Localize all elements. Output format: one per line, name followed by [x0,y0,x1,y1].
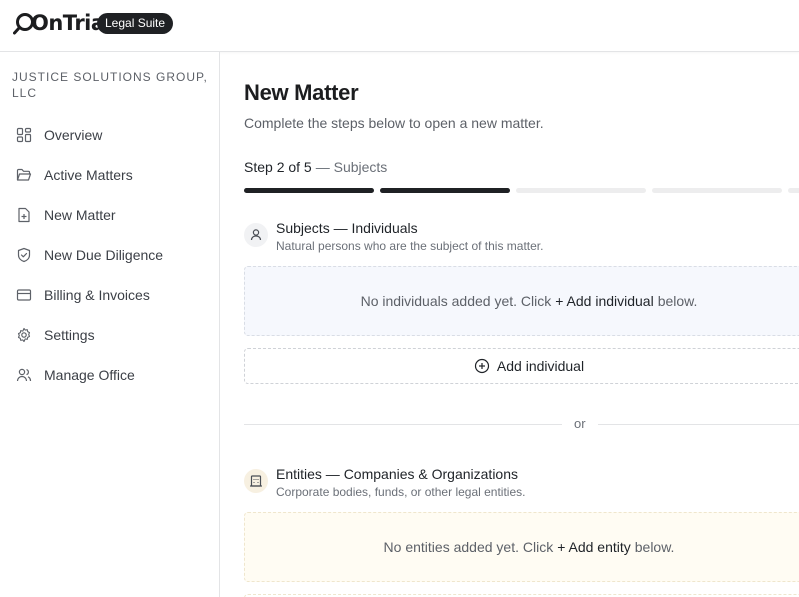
step-count: Step 2 of 5 [244,159,312,175]
individuals-empty-state: No individuals added yet. Click + Add in… [244,266,799,336]
main-content: New Matter Complete the steps below to o… [220,52,799,597]
individuals-description: Natural persons who are the subject of t… [276,239,544,253]
sidebar-item-new-due-diligence[interactable]: New Due Diligence [0,235,219,275]
empty-text-prefix: No individuals added yet. Click [360,293,552,309]
progress-segment [788,188,799,193]
step-name: — Subjects [315,159,388,175]
folder-open-icon [16,168,32,181]
entities-section-header: Entities — Companies & Organizations Cor… [244,466,799,506]
page-subtitle: Complete the steps below to open a new m… [244,115,544,131]
add-entity-inline-link[interactable]: + Add entity [557,539,631,555]
progress-segment [244,188,374,193]
sidebar-item-active-matters[interactable]: Active Matters [0,155,219,195]
credit-card-icon [16,289,32,301]
sidebar-item-label: Manage Office [44,367,135,383]
page-title: New Matter [244,80,359,105]
file-plus-icon [18,207,30,223]
grid-icon [16,127,32,143]
step-progress-bar [244,188,799,194]
step-indicator: Step 2 of 5— Subjects [244,159,387,175]
sidebar-item-label: New Due Diligence [44,247,164,263]
sidebar: JUSTICE SOLUTIONS GROUP, LLC Overview Ac… [0,52,220,597]
building-icon [244,469,268,493]
divider-line [598,424,799,425]
gear-icon [17,327,31,343]
entities-title: Entities — Companies & Organizations [276,466,518,482]
sidebar-item-settings[interactable]: Settings [0,315,219,355]
sidebar-item-manage-office[interactable]: Manage Office [0,355,219,395]
individuals-section-header: Subjects — Individuals Natural persons w… [244,220,799,260]
progress-segment [516,188,646,193]
progress-segment [380,188,510,193]
sidebar-item-overview[interactable]: Overview [0,115,219,155]
person-icon [244,223,268,247]
add-individual-label: Add individual [496,358,585,374]
sidebar-item-label: Billing & Invoices [44,287,150,303]
add-individual-button[interactable]: Add individual [244,348,799,384]
add-individual-inline-link[interactable]: + Add individual [555,293,653,309]
progress-segment [652,188,782,193]
sidebar-nav: Overview Active Matters New Matter New D… [0,115,219,395]
sidebar-item-label: New Matter [44,207,116,223]
shield-check-icon [17,247,31,263]
entities-empty-state: No entities added yet. Click + Add entit… [244,512,799,582]
suite-badge: Legal Suite [97,13,174,34]
sidebar-item-label: Overview [44,127,103,143]
sidebar-item-new-matter[interactable]: New Matter [0,195,219,235]
empty-text-suffix: below. [634,539,675,555]
org-name: JUSTICE SOLUTIONS GROUP, LLC [12,70,208,100]
divider-line [244,424,562,425]
empty-text-prefix: No entities added yet. Click [383,539,554,555]
individuals-title: Subjects — Individuals [276,220,418,236]
sidebar-item-label: Active Matters [44,167,133,183]
entities-description: Corporate bodies, funds, or other legal … [276,485,526,499]
sidebar-item-billing[interactable]: Billing & Invoices [0,275,219,315]
empty-text-suffix: below. [657,293,698,309]
or-divider: or [244,416,799,432]
divider-text: or [574,416,586,431]
plus-circle-icon [474,358,490,374]
users-icon [16,368,32,382]
top-header: OnTrial Legal Suite [0,0,799,52]
sidebar-item-label: Settings [44,327,95,343]
